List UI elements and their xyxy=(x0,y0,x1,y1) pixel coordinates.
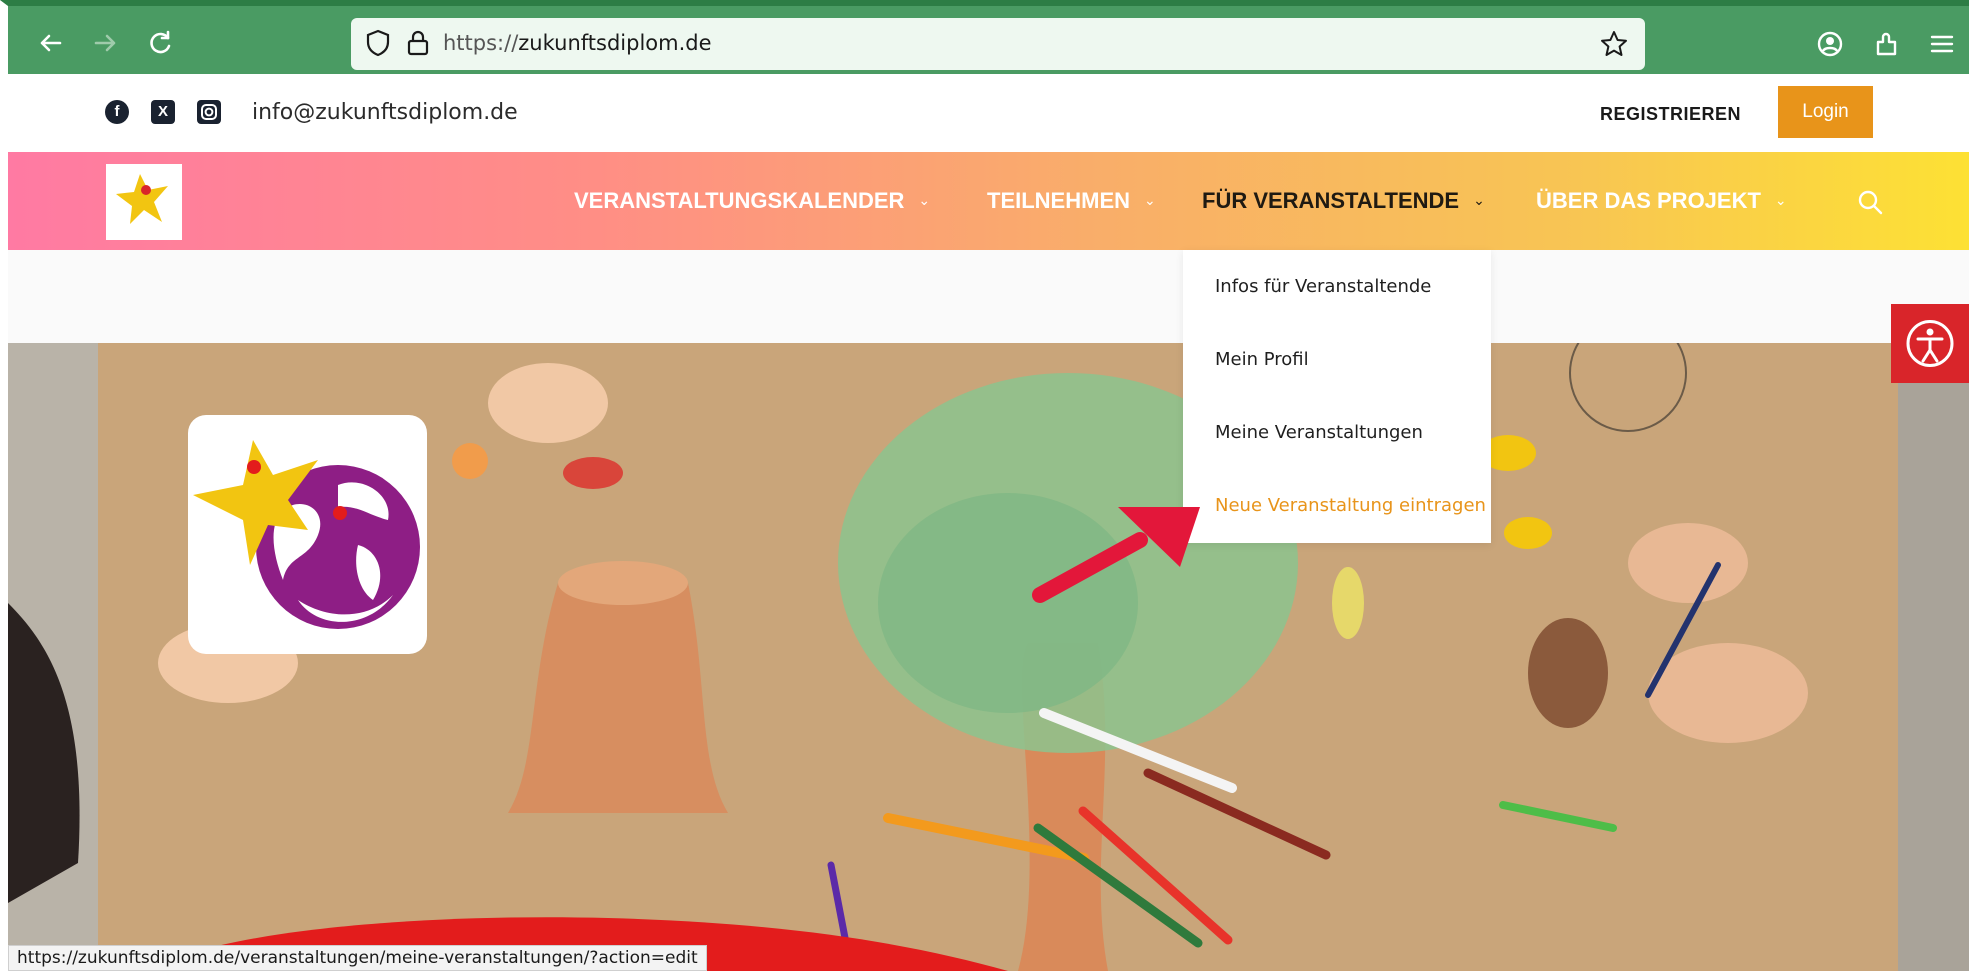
nav-label: ÜBER DAS PROJEKT xyxy=(1536,188,1761,213)
dropdown-item-infos[interactable]: Infos für Veranstaltende xyxy=(1215,276,1431,297)
accessibility-icon xyxy=(1906,320,1954,367)
nav-fuer-veranstaltende[interactable]: FÜR VERANSTALTENDE ⌄ xyxy=(1202,188,1485,214)
facebook-icon[interactable]: f xyxy=(105,100,129,124)
back-button[interactable] xyxy=(34,26,68,60)
arrow-left-icon xyxy=(40,34,62,52)
chevron-down-icon: ⌄ xyxy=(918,193,931,209)
register-link[interactable]: REGISTRIEREN xyxy=(1600,104,1741,125)
browser-toolbar: https://zukunftsdiplom.de xyxy=(0,0,1969,74)
account-icon[interactable] xyxy=(1814,28,1846,60)
dropdown-item-meine-veranstaltungen[interactable]: Meine Veranstaltungen xyxy=(1215,422,1423,443)
extensions-icon[interactable] xyxy=(1871,28,1903,60)
status-bar-link: https://zukunftsdiplom.de/veranstaltunge… xyxy=(8,945,707,971)
address-bar[interactable]: https://zukunftsdiplom.de xyxy=(351,18,1645,70)
instagram-glyph xyxy=(201,104,217,120)
site-logo[interactable] xyxy=(106,164,182,240)
subheader-band xyxy=(8,250,1969,343)
chevron-down-icon: ⌄ xyxy=(1774,193,1787,209)
reload-icon xyxy=(150,30,171,54)
forward-button[interactable] xyxy=(88,26,122,60)
annotation-arrow-icon xyxy=(1032,507,1200,603)
hero-banner xyxy=(8,343,1969,971)
star-logo-icon xyxy=(116,174,168,224)
nav-veranstaltungskalender[interactable]: VERANSTALTUNGSKALENDER ⌄ xyxy=(574,188,930,214)
hero-logo xyxy=(188,415,427,654)
contact-email[interactable]: info@zukunftsdiplom.de xyxy=(252,100,518,125)
url-host: zukunftsdiplom.de xyxy=(518,31,712,55)
dropdown-fuer-veranstaltende: Infos für Veranstaltende Mein Profil Mei… xyxy=(1183,250,1491,543)
main-navigation: VERANSTALTUNGSKALENDER ⌄ TEILNEHMEN ⌄ FÜR … xyxy=(8,152,1969,250)
arrow-right-icon xyxy=(94,34,116,52)
chevron-down-icon: ⌄ xyxy=(1144,193,1156,209)
dropdown-item-neue-veranstaltung[interactable]: Neue Veranstaltung eintragen xyxy=(1215,495,1486,516)
accessibility-button[interactable] xyxy=(1891,304,1969,383)
url-scheme: https:// xyxy=(443,31,519,55)
menu-icon[interactable] xyxy=(1926,28,1958,60)
dropdown-item-mein-profil[interactable]: Mein Profil xyxy=(1215,349,1309,370)
reload-button[interactable] xyxy=(143,26,177,60)
globe-star-logo-icon xyxy=(193,440,420,629)
nav-label: VERANSTALTUNGSKALENDER xyxy=(574,188,905,213)
login-button[interactable]: Login xyxy=(1778,86,1873,138)
shield-icon[interactable] xyxy=(363,28,393,58)
nav-ueber-das-projekt[interactable]: ÜBER DAS PROJEKT ⌄ xyxy=(1536,188,1787,214)
bookmark-star-icon[interactable] xyxy=(1599,29,1629,59)
lock-icon[interactable] xyxy=(403,28,433,58)
chevron-down-icon: ⌄ xyxy=(1473,193,1485,209)
nav-label: FÜR VERANSTALTENDE xyxy=(1202,188,1460,213)
top-info-bar: f X info@zukunftsdiplom.de REGISTRIEREN … xyxy=(8,74,1969,152)
instagram-icon[interactable] xyxy=(197,100,221,124)
x-icon[interactable]: X xyxy=(151,100,175,124)
browser-window: https://zukunftsdiplom.de f X info@zukun… xyxy=(0,0,1969,971)
url-text[interactable]: https://zukunftsdiplom.de xyxy=(443,31,712,55)
nav-label: TEILNEHMEN xyxy=(987,188,1130,213)
search-icon[interactable] xyxy=(1856,188,1884,216)
nav-teilnehmen[interactable]: TEILNEHMEN ⌄ xyxy=(987,188,1156,214)
